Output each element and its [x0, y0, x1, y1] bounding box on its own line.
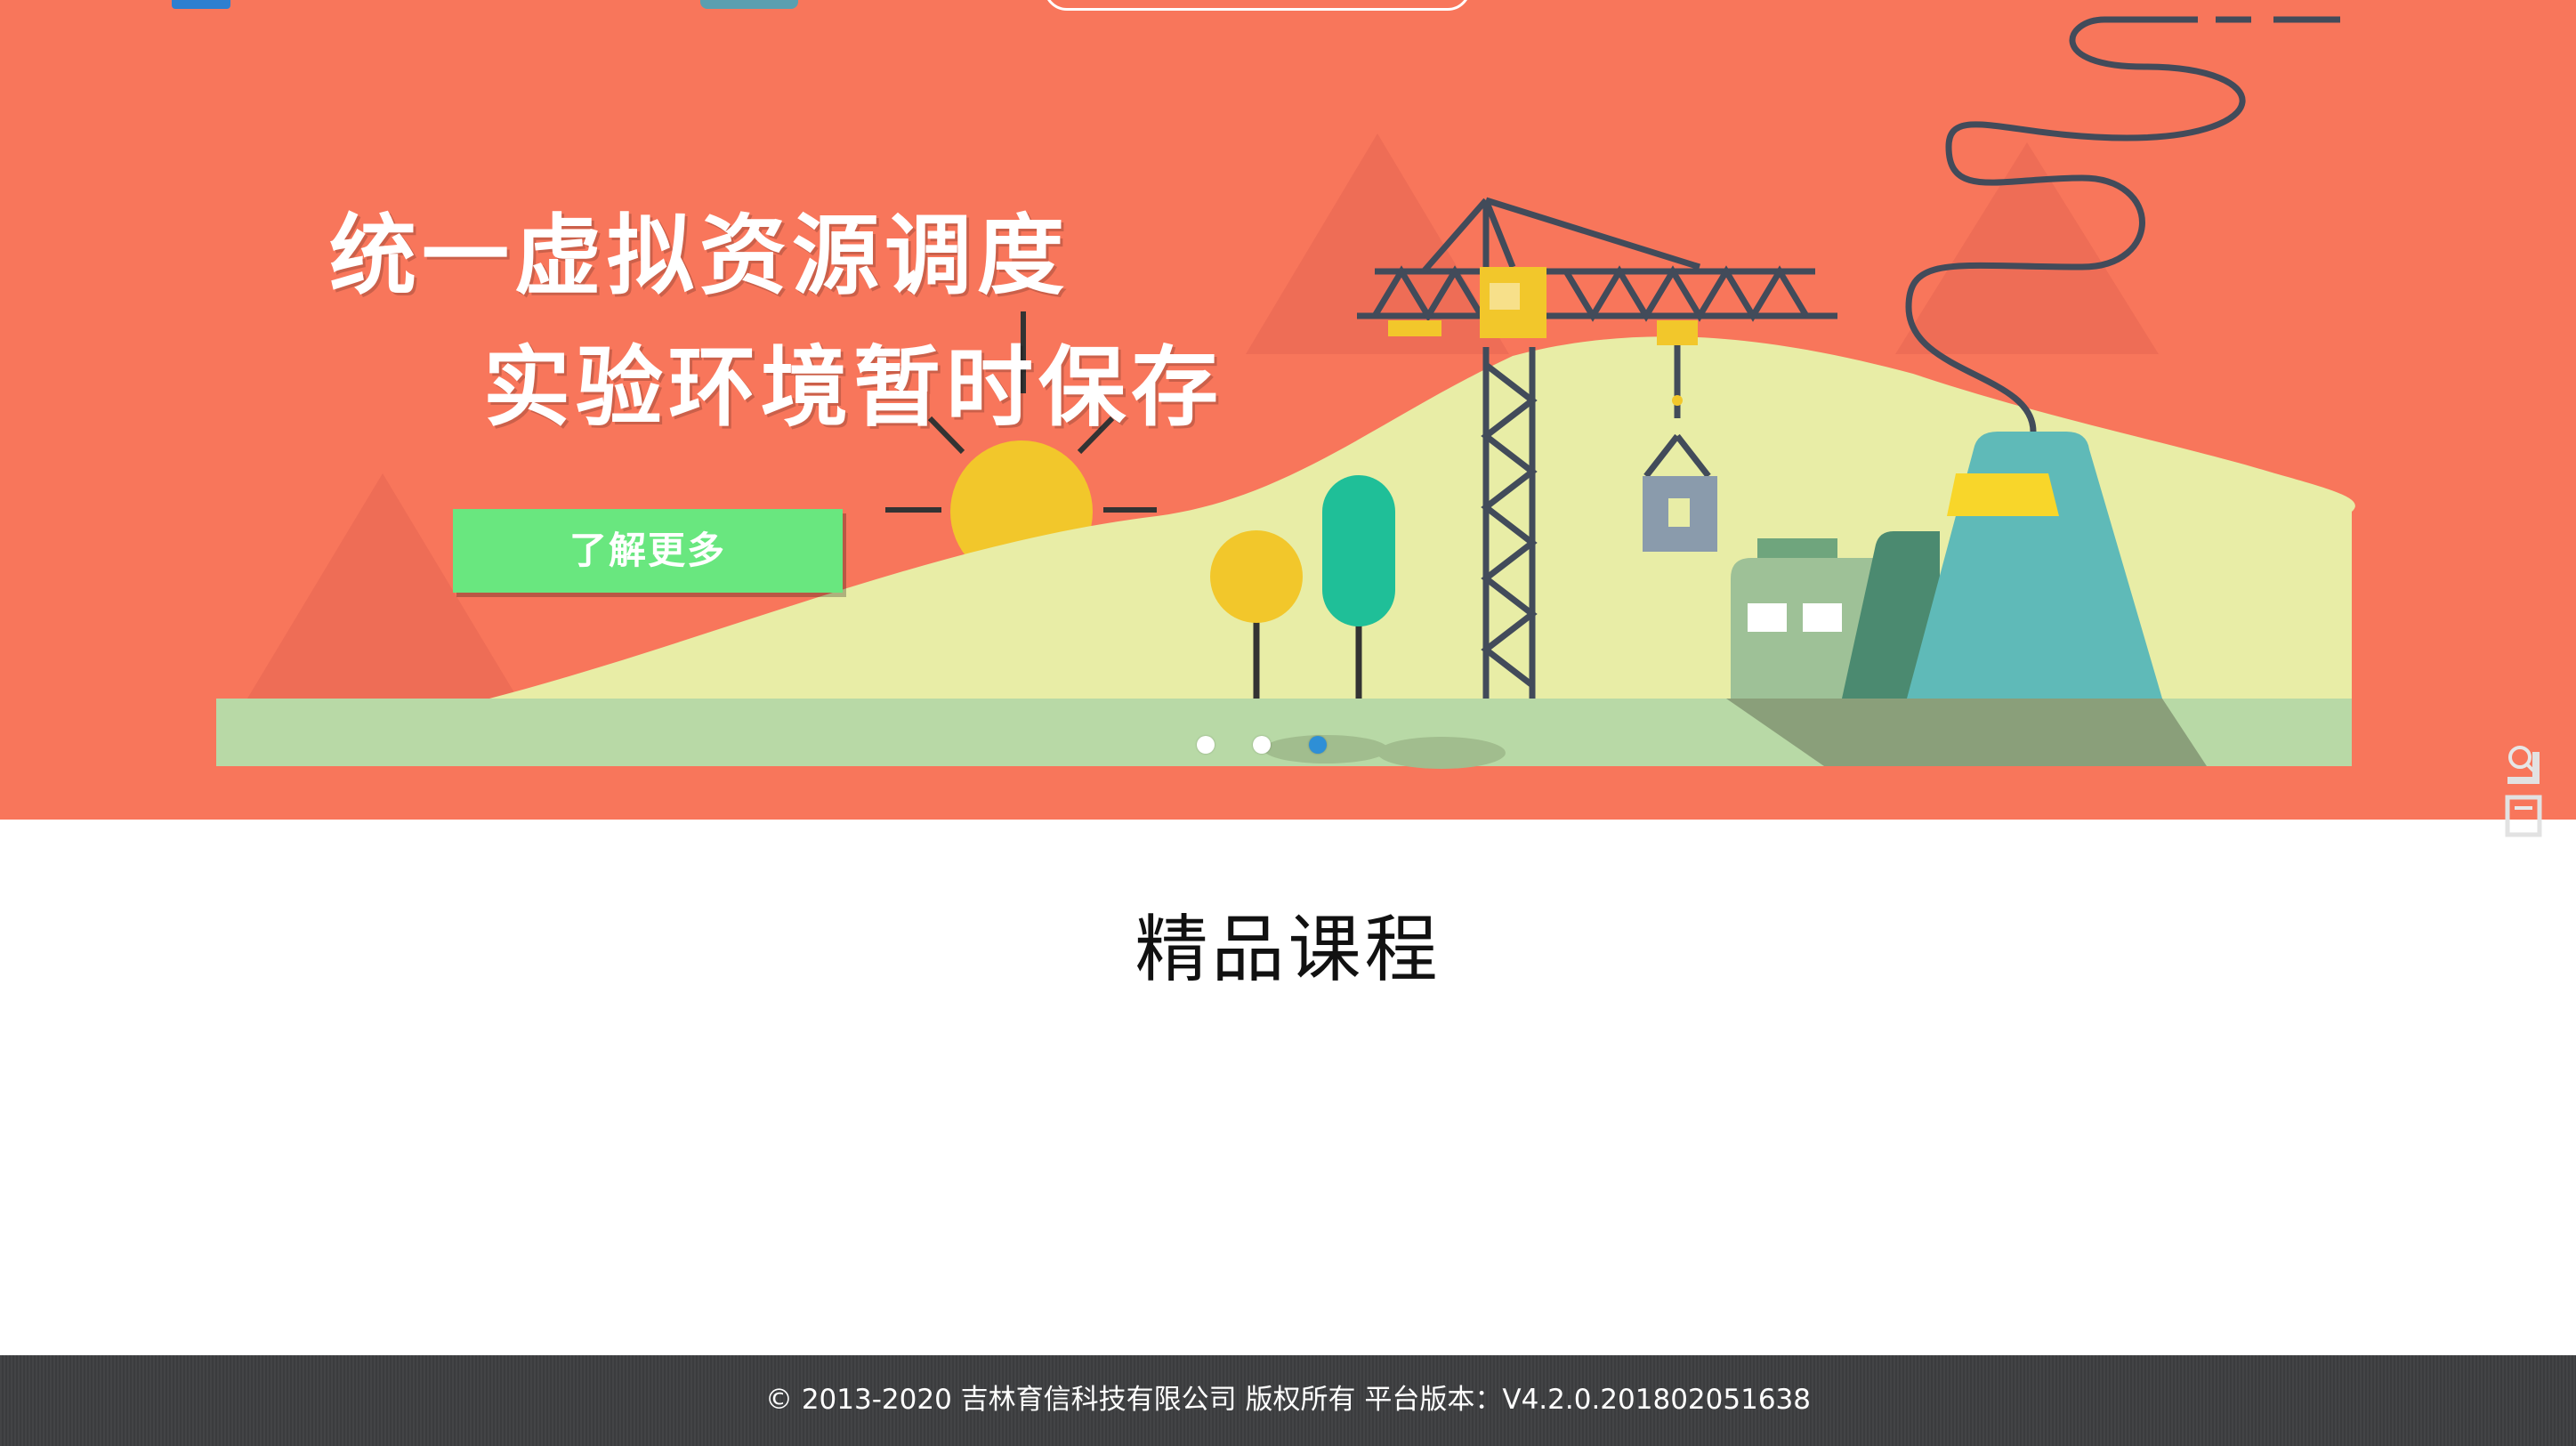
nav-button[interactable]: [700, 0, 798, 9]
hero-carousel: 统一虚拟资源调度 实验环境暂时保存 了解更多: [0, 0, 2576, 820]
learn-more-button[interactable]: 了解更多: [453, 509, 843, 593]
side-toolbar: [2502, 743, 2547, 841]
section-title: 精品课程: [1135, 908, 1441, 992]
hero-headline-1: 统一虚拟资源调度: [329, 206, 1070, 307]
footer: © 2013-2020 吉林育信科技有限公司 版权所有 平台版本：V4.2.0.…: [0, 1355, 2576, 1446]
footer-copyright: © 2013-2020 吉林育信科技有限公司 版权所有 平台版本：V4.2.0.…: [764, 1384, 1811, 1416]
hero-headline-2: 实验环境暂时保存: [483, 337, 1224, 439]
search-box[interactable]: [1044, 0, 1471, 11]
hero-illustration: [0, 0, 2576, 820]
search-icon[interactable]: [2502, 743, 2547, 788]
site-logo[interactable]: [172, 0, 230, 9]
carousel-dot-1[interactable]: [1197, 736, 1215, 754]
carousel-dot-2[interactable]: [1253, 736, 1271, 754]
page-icon[interactable]: [2502, 792, 2547, 841]
carousel-dot-3[interactable]: [1309, 736, 1327, 754]
carousel-indicators: [1197, 736, 1327, 754]
